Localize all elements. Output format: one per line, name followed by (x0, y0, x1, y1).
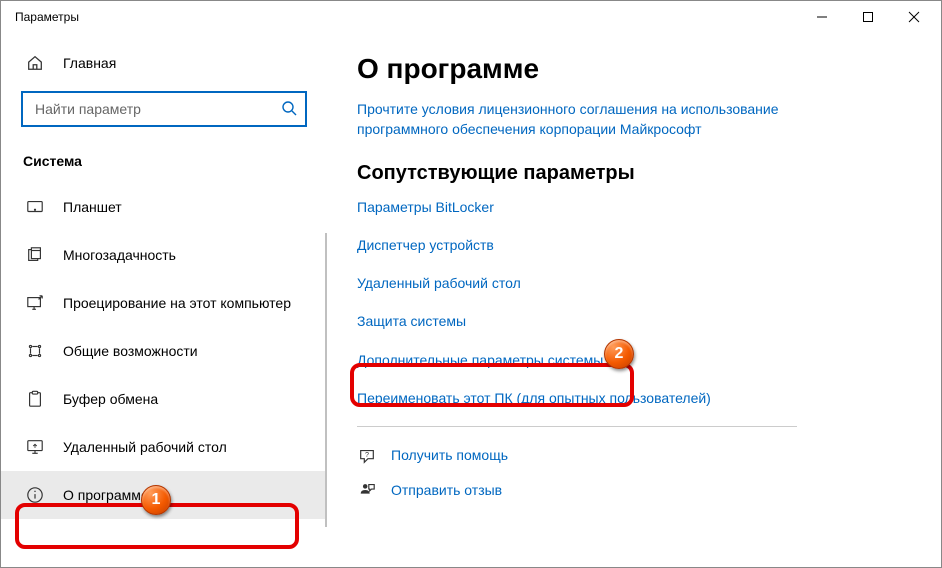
link-system-protection[interactable]: Защита системы (357, 311, 911, 331)
feedback-row[interactable]: Отправить отзыв (357, 480, 911, 500)
sidebar-item-tablet[interactable]: Планшет (1, 183, 327, 231)
sidebar-item-about[interactable]: О программе (1, 471, 327, 519)
sidebar-item-label: О программе (63, 487, 149, 503)
sidebar-section-label: Система (1, 135, 327, 183)
nav-home[interactable]: Главная (1, 43, 327, 83)
projecting-icon (25, 294, 45, 312)
feedback-icon (357, 481, 377, 499)
link-bitlocker[interactable]: Параметры BitLocker (357, 197, 911, 217)
info-icon (25, 486, 45, 504)
sidebar-item-label: Общие возможности (63, 343, 198, 359)
remote-icon (25, 438, 45, 456)
get-help-row[interactable]: ? Получить помощь (357, 445, 911, 465)
sidebar-item-label: Многозадачность (63, 247, 176, 263)
svg-text:?: ? (365, 449, 369, 458)
sidebar-item-projecting[interactable]: Проецирование на этот компьютер (1, 279, 327, 327)
divider (357, 426, 797, 427)
window-title: Параметры (15, 10, 799, 24)
titlebar: Параметры (1, 1, 941, 33)
sidebar: Главная Система Планшет (1, 33, 327, 567)
maximize-button[interactable] (845, 1, 891, 33)
sidebar-item-label: Планшет (63, 199, 122, 215)
sidebar-item-label: Проецирование на этот компьютер (63, 295, 291, 311)
search-icon (281, 100, 297, 119)
nav-home-label: Главная (63, 55, 116, 71)
link-eula[interactable]: Прочтите условия лицензионного соглашени… (357, 99, 797, 140)
link-advanced-system[interactable]: Дополнительные параметры системы (357, 350, 911, 370)
link-feedback[interactable]: Отправить отзыв (391, 480, 502, 500)
main-panel: О программе Прочтите условия лицензионно… (327, 33, 941, 567)
page-title: О программе (357, 53, 911, 85)
link-rename-pc[interactable]: Переименовать этот ПК (для опытных польз… (357, 388, 911, 408)
sidebar-item-label: Буфер обмена (63, 391, 158, 407)
minimize-button[interactable] (799, 1, 845, 33)
multitask-icon (25, 246, 45, 264)
sidebar-item-clipboard[interactable]: Буфер обмена (1, 375, 327, 423)
related-heading: Сопутствующие параметры (357, 162, 911, 185)
sidebar-item-remote[interactable]: Удаленный рабочий стол (1, 423, 327, 471)
link-get-help[interactable]: Получить помощь (391, 445, 508, 465)
clipboard-icon (25, 390, 45, 408)
help-icon: ? (357, 447, 377, 465)
home-icon (25, 54, 45, 72)
sidebar-item-multitask[interactable]: Многозадачность (1, 231, 327, 279)
link-devmgr[interactable]: Диспетчер устройств (357, 235, 911, 255)
sidebar-item-label: Удаленный рабочий стол (63, 439, 227, 455)
search-field[interactable] (33, 100, 281, 118)
sidebar-item-shared[interactable]: Общие возможности (1, 327, 327, 375)
close-button[interactable] (891, 1, 937, 33)
search-input[interactable] (21, 91, 307, 127)
link-remote-desktop[interactable]: Удаленный рабочий стол (357, 273, 911, 293)
shared-icon (25, 342, 45, 360)
tablet-icon (25, 198, 45, 216)
